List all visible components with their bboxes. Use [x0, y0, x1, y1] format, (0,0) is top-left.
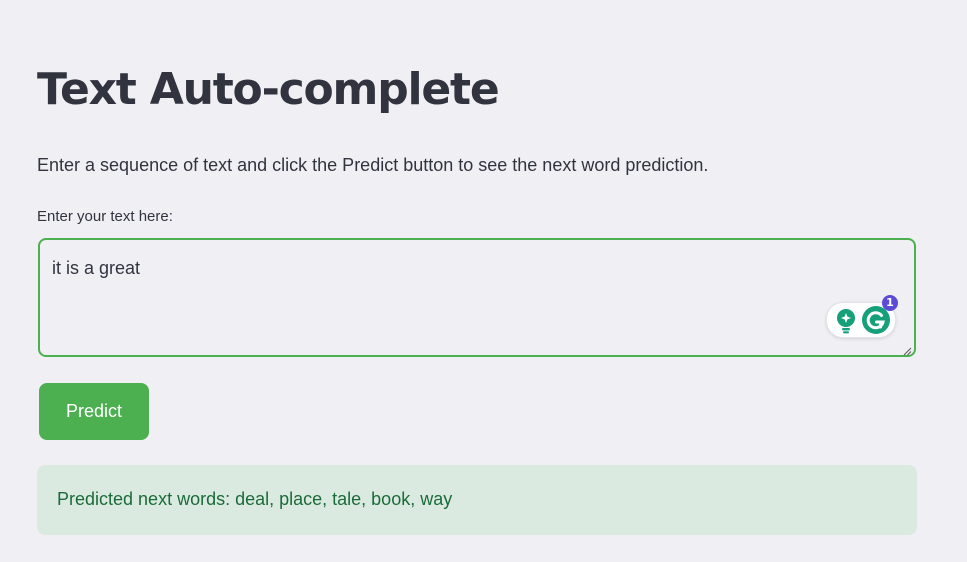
page-title: Text Auto-complete: [37, 64, 500, 115]
predict-button[interactable]: Predict: [39, 383, 149, 440]
lightbulb-icon[interactable]: [835, 308, 857, 334]
page-description: Enter a sequence of text and click the P…: [37, 155, 709, 175]
notification-badge: 1: [882, 295, 898, 311]
text-input-value[interactable]: it is a great: [52, 258, 140, 279]
prediction-result-text: Predicted next words: deal, place, tale,…: [57, 489, 453, 509]
prediction-result-alert: Predicted next words: deal, place, tale,…: [37, 465, 917, 535]
resize-handle-icon[interactable]: [902, 343, 912, 356]
text-input-area[interactable]: it is a great 1: [38, 238, 916, 357]
grammarly-widget[interactable]: 1: [826, 295, 898, 338]
text-input-label: Enter your text here:: [37, 208, 173, 225]
